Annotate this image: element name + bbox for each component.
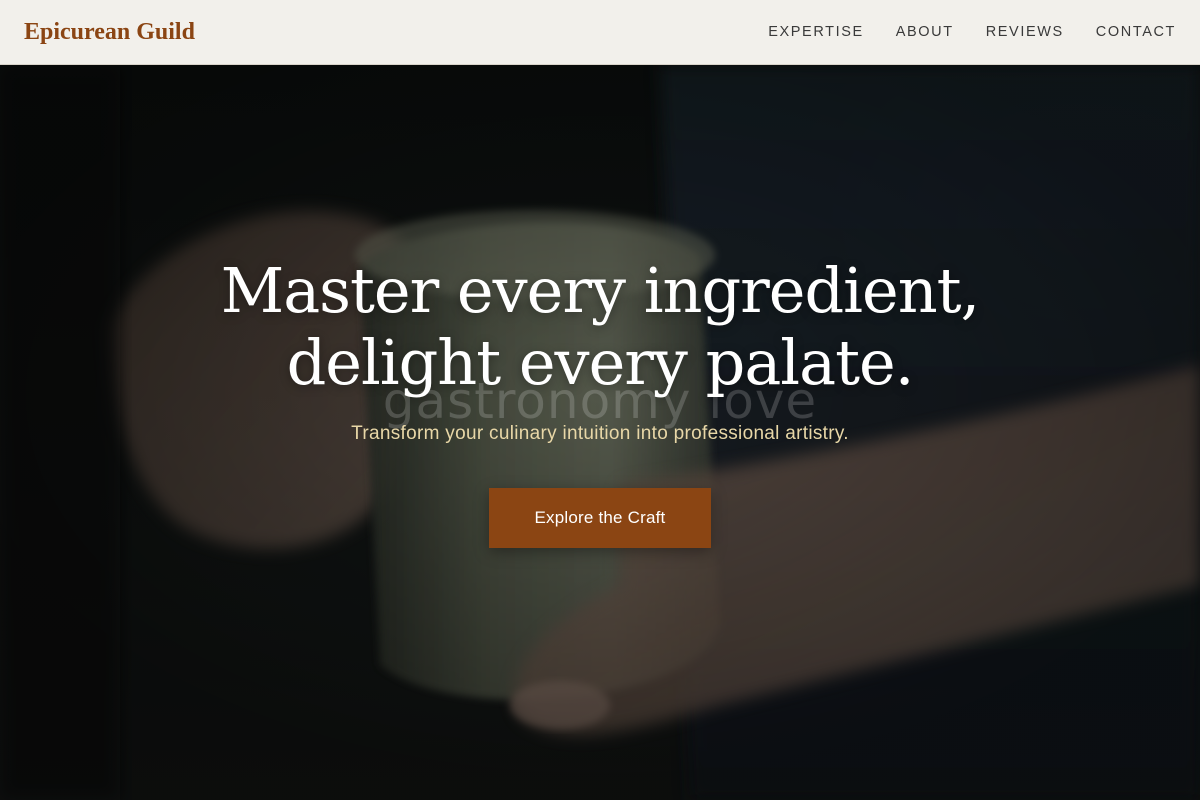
nav-link-about[interactable]: ABOUT (896, 22, 954, 42)
hero-subtitle: Transform your culinary intuition into p… (351, 423, 849, 444)
hero-title-line-2: delight every palate. (286, 326, 915, 399)
explore-craft-button[interactable]: Explore the Craft (489, 488, 711, 548)
hero-title-line-1: Master every ingredient, (220, 254, 981, 327)
nav-link-expertise[interactable]: EXPERTISE (768, 22, 864, 42)
nav-link-reviews[interactable]: REVIEWS (986, 22, 1064, 42)
hero-content: gastronomy love Master every ingredient,… (0, 65, 1200, 800)
hero-title: Master every ingredient, delight every p… (100, 255, 1100, 399)
site-header: Epicurean Guild EXPERTISE ABOUT REVIEWS … (0, 0, 1200, 65)
hero-section: gastronomy love Master every ingredient,… (0, 65, 1200, 800)
nav-link-contact[interactable]: CONTACT (1096, 22, 1176, 42)
site-logo[interactable]: Epicurean Guild (24, 17, 195, 47)
main-nav: EXPERTISE ABOUT REVIEWS CONTACT (768, 22, 1176, 42)
